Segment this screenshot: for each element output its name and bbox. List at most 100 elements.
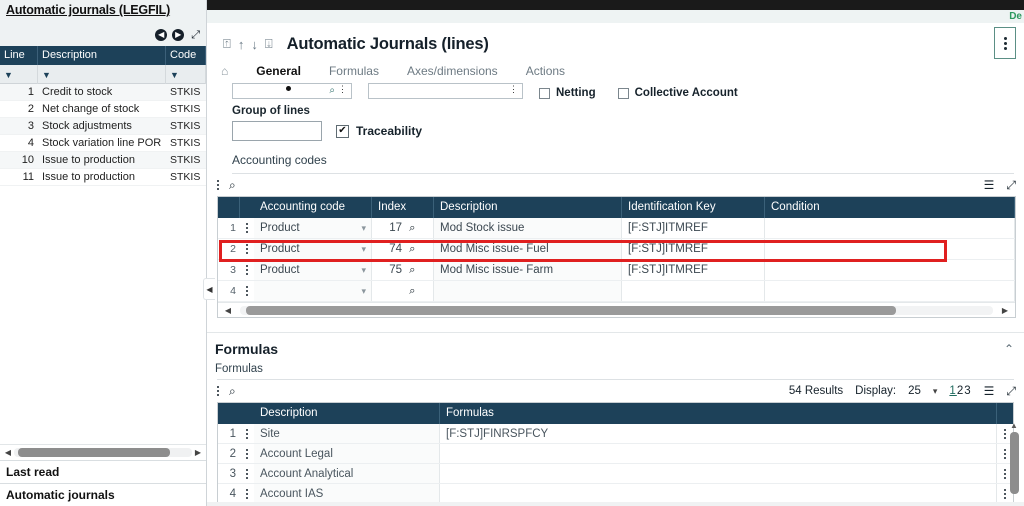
last-record-icon[interactable]: ⍗: [265, 36, 273, 52]
more-actions-button[interactable]: [994, 27, 1016, 59]
previous-record-icon[interactable]: ↑: [238, 37, 245, 52]
cell-index[interactable]: ⌕: [372, 281, 434, 301]
scroll-thumb[interactable]: [246, 305, 896, 315]
cell-accounting-code[interactable]: Product ▾: [254, 218, 372, 238]
table-row[interactable]: 1 Site [F:STJ]FINRSPFCY: [218, 424, 1013, 444]
left-panel-horizontal-scrollbar[interactable]: ◀ ▶: [0, 444, 206, 460]
cell-identification-key[interactable]: [F:STJ]ITMREF: [622, 260, 765, 280]
cell-description[interactable]: Site: [254, 424, 440, 443]
tab-general[interactable]: General: [242, 64, 315, 78]
cell-accounting-code[interactable]: Product ▾: [254, 239, 372, 259]
traceability-checkbox[interactable]: ✔: [336, 124, 349, 138]
scroll-left-icon[interactable]: ◀: [2, 448, 14, 457]
grid-select-all[interactable]: [218, 403, 240, 424]
tab-formulas[interactable]: Formulas: [315, 64, 393, 78]
panel-collapse-handle[interactable]: ◀: [203, 278, 215, 300]
cell-description[interactable]: Mod Misc issue- Farm: [434, 260, 622, 280]
left-col-header-line[interactable]: Line: [0, 46, 38, 65]
left-col-header-code[interactable]: Code: [166, 46, 206, 65]
grid-menu-icon[interactable]: [217, 178, 219, 192]
cell-condition[interactable]: [765, 281, 1015, 301]
clipped-lookup-field[interactable]: ⌕ ⋮: [232, 83, 352, 99]
col-header-description[interactable]: Description: [254, 403, 440, 424]
table-row[interactable]: 2 Net change of stock STKIS: [0, 101, 206, 118]
cell-formula[interactable]: [440, 464, 997, 483]
row-end-menu-icon[interactable]: [1004, 467, 1006, 481]
grid-horizontal-scrollbar[interactable]: ◀ ▶: [218, 302, 1015, 317]
clipped-select-field[interactable]: ⋮: [368, 83, 523, 99]
cell-accounting-code[interactable]: Product ▾: [254, 260, 372, 280]
search-icon[interactable]: ⌕: [229, 384, 236, 399]
top-bar-right-label[interactable]: De: [1009, 11, 1022, 22]
expand-panel-icon[interactable]: ⤢: [191, 29, 200, 42]
collective-account-checkbox[interactable]: [617, 88, 629, 99]
scroll-thumb[interactable]: [1009, 432, 1019, 494]
left-col-header-description[interactable]: Description: [38, 46, 166, 65]
cell-condition[interactable]: [765, 260, 1015, 280]
tab-axes-dimensions[interactable]: Axes/dimensions: [393, 64, 512, 78]
row-menu-icon[interactable]: [246, 467, 248, 481]
cell-index[interactable]: 17 ⌕: [372, 218, 434, 238]
cell-identification-key[interactable]: [622, 281, 765, 301]
lookup-icon[interactable]: ⌕: [409, 285, 415, 297]
table-row[interactable]: 4 Account IAS: [218, 484, 1013, 504]
next-record-icon[interactable]: ▶: [172, 29, 185, 41]
row-menu-icon[interactable]: [246, 487, 248, 501]
layers-icon[interactable]: ☰: [984, 384, 995, 398]
cell-description[interactable]: Mod Misc issue- Fuel: [434, 239, 622, 259]
previous-record-icon[interactable]: ◀: [155, 29, 168, 41]
table-row[interactable]: 1 Product ▾ 17 ⌕ Mod Stock issue [F:STJ]: [218, 218, 1015, 239]
col-header-condition[interactable]: Condition: [765, 197, 1015, 218]
filter-icon-code[interactable]: ▼: [170, 70, 179, 80]
lookup-icon[interactable]: ⌕: [409, 264, 415, 276]
cell-formula[interactable]: [440, 484, 997, 503]
filter-icon-description[interactable]: ▼: [42, 70, 51, 80]
cell-formula[interactable]: [F:STJ]FINRSPFCY: [440, 424, 997, 443]
cell-condition[interactable]: [765, 218, 1015, 238]
cell-accounting-code[interactable]: ▾: [254, 281, 372, 301]
cell-identification-key[interactable]: [F:STJ]ITMREF: [622, 218, 765, 238]
expand-grid-icon[interactable]: ⤢: [1006, 178, 1016, 193]
formulas-vertical-scrollbar[interactable]: ▲: [1008, 421, 1020, 502]
field-menu-icon[interactable]: ⋮: [338, 84, 347, 95]
filter-icon-line[interactable]: ▼: [4, 70, 13, 80]
table-row[interactable]: 11 Issue to production STKIS: [0, 169, 206, 186]
layers-icon[interactable]: ☰: [984, 178, 995, 192]
cell-formula[interactable]: [440, 444, 997, 463]
row-menu-icon[interactable]: [246, 242, 248, 256]
search-icon[interactable]: ⌕: [229, 178, 236, 193]
col-header-accounting-code[interactable]: Accounting code: [254, 197, 372, 218]
group-of-lines-input[interactable]: [232, 121, 322, 141]
tab-actions[interactable]: Actions: [512, 64, 579, 78]
cell-description[interactable]: Account Analytical: [254, 464, 440, 483]
cell-index[interactable]: 74 ⌕: [372, 239, 434, 259]
table-row-highlighted[interactable]: 3 Product ▾ 75 ⌕ Mod Misc issue- Farm [F: [218, 260, 1015, 281]
display-value[interactable]: 25: [908, 385, 921, 397]
scroll-track[interactable]: [14, 448, 192, 457]
col-header-description[interactable]: Description: [434, 197, 622, 218]
table-row[interactable]: 1 Credit to stock STKIS: [0, 84, 206, 101]
cell-description[interactable]: Account IAS: [254, 484, 440, 503]
page-link-3[interactable]: 3: [964, 385, 971, 397]
cell-description[interactable]: [434, 281, 622, 301]
table-row[interactable]: 3 Stock adjustments STKIS: [0, 118, 206, 135]
lookup-icon[interactable]: ⌕: [409, 243, 415, 255]
col-header-identification-key[interactable]: Identification Key: [622, 197, 765, 218]
cell-condition[interactable]: [765, 239, 1015, 259]
cell-index[interactable]: 75 ⌕: [372, 260, 434, 280]
table-row[interactable]: 3 Account Analytical: [218, 464, 1013, 484]
table-row-empty[interactable]: 4 ▾ ⌕: [218, 281, 1015, 302]
row-menu-icon[interactable]: [246, 447, 248, 461]
first-record-icon[interactable]: ⍐: [223, 36, 231, 52]
col-header-index[interactable]: Index: [372, 197, 434, 218]
scroll-right-icon[interactable]: ▶: [192, 448, 204, 457]
page-link-1[interactable]: 1: [949, 385, 956, 397]
table-row[interactable]: 4 Stock variation line POR STKIS: [0, 135, 206, 152]
field-menu-icon[interactable]: ⋮: [509, 84, 518, 95]
row-end-menu-icon[interactable]: [1004, 487, 1006, 501]
formulas-panel-header[interactable]: Formulas ⌃: [207, 333, 1024, 363]
scroll-up-icon[interactable]: ▲: [1008, 421, 1020, 430]
chevron-down-icon[interactable]: ▾: [361, 260, 366, 280]
grid-menu-icon[interactable]: [217, 384, 219, 398]
lookup-icon[interactable]: ⌕: [329, 85, 335, 96]
